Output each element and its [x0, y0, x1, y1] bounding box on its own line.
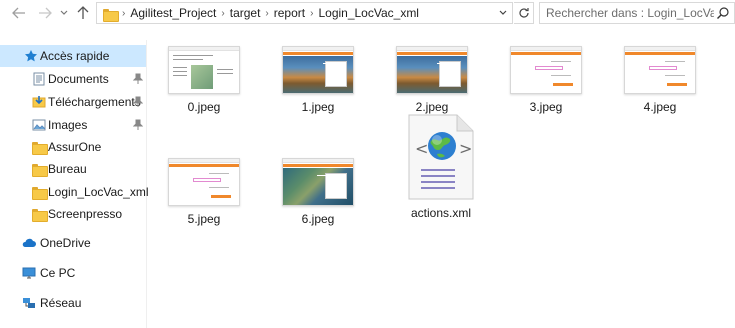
- file-item[interactable]: 2.jpeg: [382, 36, 482, 126]
- sidebar-item-telechargements[interactable]: Téléchargements: [0, 91, 146, 113]
- chevron-right-icon[interactable]: ›: [122, 8, 125, 19]
- file-name: 0.jpeg: [187, 100, 221, 114]
- sidebar-item-label: Téléchargements: [48, 95, 141, 109]
- sidebar-item-ce-pc[interactable]: Ce PC: [0, 262, 146, 284]
- navigation-pane: Accès rapide Documents Téléchargements I…: [0, 40, 149, 328]
- folder-icon: [32, 209, 48, 223]
- file-item[interactable]: 6.jpeg: [268, 148, 368, 238]
- navigation-toolbar: › Agilitest_Project › target › report › …: [0, 0, 735, 26]
- sidebar-item-acces-rapide[interactable]: Accès rapide: [0, 45, 146, 67]
- file-name: 4.jpeg: [643, 100, 677, 114]
- recent-locations-chevron-icon[interactable]: [58, 4, 70, 22]
- sidebar-item-screenpresso[interactable]: Screenpresso: [0, 203, 146, 225]
- search-icon[interactable]: [716, 6, 730, 20]
- sidebar-item-label: Documents: [48, 72, 109, 86]
- folder-icon: [32, 164, 48, 178]
- sidebar-item-onedrive[interactable]: OneDrive: [0, 232, 146, 254]
- refresh-icon: [518, 8, 529, 18]
- sidebar-item-bureau[interactable]: Bureau: [0, 158, 146, 180]
- sidebar-item-label: Images: [48, 118, 88, 132]
- breadcrumb-item[interactable]: report: [274, 6, 305, 20]
- search-input[interactable]: Rechercher dans : Login_LocVa...: [539, 2, 735, 24]
- file-name: 3.jpeg: [529, 100, 563, 114]
- folder-icon: [32, 142, 48, 156]
- image-thumbnail: [168, 158, 240, 206]
- pin-icon[interactable]: [133, 119, 143, 131]
- file-item[interactable]: < > actions.xml: [391, 114, 491, 224]
- computer-icon: [22, 267, 36, 279]
- chevron-down-icon[interactable]: [494, 3, 512, 23]
- svg-text:>: >: [459, 139, 472, 158]
- breadcrumb-item[interactable]: target: [230, 6, 261, 20]
- chevron-right-icon[interactable]: ›: [310, 8, 313, 19]
- folder-icon: [103, 8, 119, 22]
- back-arrow-icon[interactable]: [10, 4, 28, 22]
- image-thumbnail: [624, 46, 696, 94]
- image-thumbnail: [282, 46, 354, 94]
- cloud-icon: [22, 238, 36, 247]
- image-thumbnail: [510, 46, 582, 94]
- svg-text:<: <: [415, 139, 428, 158]
- pin-icon[interactable]: [133, 73, 143, 85]
- sidebar-item-assurone[interactable]: AssurOne: [0, 136, 146, 158]
- sidebar-item-label: Bureau: [48, 162, 87, 176]
- sidebar-item-images[interactable]: Images: [0, 114, 146, 136]
- breadcrumb-item[interactable]: Agilitest_Project: [130, 6, 216, 20]
- file-name: 2.jpeg: [415, 100, 449, 114]
- sidebar-item-label: Screenpresso: [48, 207, 123, 221]
- sidebar-item-documents[interactable]: Documents: [0, 68, 146, 90]
- search-placeholder: Rechercher dans : Login_LocVa...: [546, 6, 714, 20]
- address-bar[interactable]: › Agilitest_Project › target › report › …: [96, 2, 513, 24]
- file-item[interactable]: 0.jpeg: [154, 36, 254, 126]
- documents-icon: [33, 72, 45, 86]
- file-name: 5.jpeg: [187, 212, 221, 226]
- file-list: 0.jpeg 1.jpeg 2.jpeg 3.jpeg 4.jpeg 5.jpe…: [148, 28, 735, 328]
- downloads-icon: [32, 96, 46, 108]
- file-item[interactable]: 1.jpeg: [268, 36, 368, 126]
- sidebar-item-label: Accès rapide: [40, 49, 110, 63]
- file-item[interactable]: 5.jpeg: [154, 148, 254, 238]
- refresh-button[interactable]: [514, 2, 534, 24]
- file-name: 6.jpeg: [301, 212, 335, 226]
- image-thumbnail: [168, 46, 240, 94]
- chevron-right-icon[interactable]: ›: [221, 8, 224, 19]
- image-thumbnail: [396, 46, 468, 94]
- sidebar-item-label: AssurOne: [48, 140, 102, 154]
- xml-file-icon: < >: [408, 114, 474, 200]
- folder-icon: [32, 187, 48, 201]
- network-icon: [23, 298, 35, 308]
- sidebar-item-login-locvac-xml[interactable]: Login_LocVac_xml: [0, 181, 149, 203]
- file-item[interactable]: 3.jpeg: [496, 36, 596, 126]
- breadcrumb-item[interactable]: Login_LocVac_xml: [318, 6, 419, 20]
- up-arrow-icon[interactable]: [74, 4, 92, 22]
- pin-icon[interactable]: [133, 96, 143, 108]
- image-thumbnail: [282, 158, 354, 206]
- file-name: 1.jpeg: [301, 100, 335, 114]
- chevron-right-icon[interactable]: ›: [265, 8, 268, 19]
- images-icon: [32, 119, 46, 131]
- sidebar-item-label: Login_LocVac_xml: [48, 185, 149, 199]
- star-icon: [25, 50, 37, 62]
- sidebar-item-label: Ce PC: [40, 266, 76, 280]
- sidebar-item-reseau[interactable]: Réseau: [0, 292, 146, 314]
- sidebar-item-label: OneDrive: [40, 236, 91, 250]
- forward-arrow-icon[interactable]: [36, 4, 54, 22]
- file-name: actions.xml: [410, 206, 472, 220]
- file-item[interactable]: 4.jpeg: [610, 36, 710, 126]
- sidebar-item-label: Réseau: [40, 296, 82, 310]
